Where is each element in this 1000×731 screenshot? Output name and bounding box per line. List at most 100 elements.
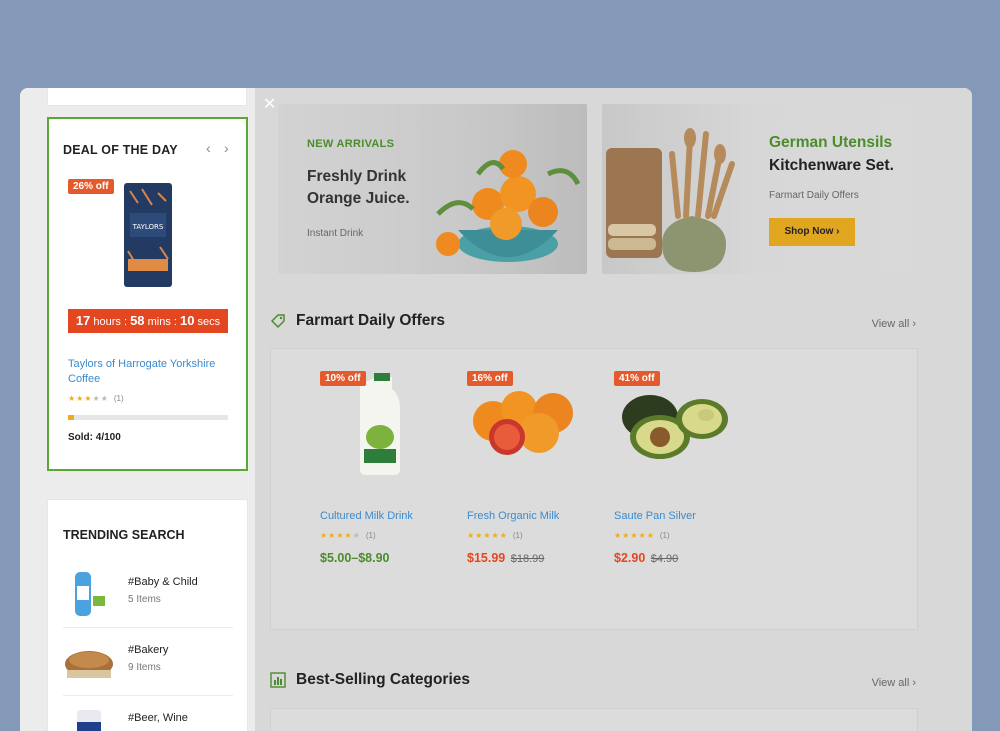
- product-rating: ★ ★ ★ ★ ★ (1): [467, 531, 523, 540]
- old-price: $4.90: [650, 553, 679, 565]
- trending-item[interactable]: #Beer, Wine: [63, 696, 233, 731]
- sold-progress-fill: [68, 415, 75, 420]
- discount-badge: 41% off: [614, 371, 660, 386]
- banner-title-line-2: Orange Juice.: [307, 190, 410, 207]
- countdown-timer: 17 hours : 58 mins : 10 secs: [68, 309, 228, 333]
- best-selling-title: Best-Selling Categories: [296, 671, 470, 688]
- tag-icon: [270, 314, 285, 329]
- product-name[interactable]: Fresh Organic Milk: [467, 510, 559, 522]
- star-icon: ★: [614, 531, 622, 540]
- product-name[interactable]: Saute Pan Silver: [614, 510, 696, 522]
- utensils-image: [606, 128, 735, 272]
- shop-now-button[interactable]: Shop Now ›: [769, 218, 855, 246]
- timer-mins: 58: [130, 313, 145, 328]
- rating-count: (1): [365, 531, 376, 540]
- discount-badge: 26% off: [68, 179, 114, 194]
- trending-item-count: 9 Items: [128, 662, 161, 673]
- timer-mins-label: mins: [147, 316, 171, 328]
- banner-kitchenware[interactable]: German Utensils Kitchenware Set. Farmart…: [602, 104, 911, 274]
- star-icon: ★: [100, 394, 108, 403]
- timer-secs-label: secs: [197, 316, 221, 328]
- timer-secs: 10: [180, 313, 195, 328]
- current-price: $5.00–$8.90: [320, 551, 390, 565]
- star-icon: ★: [76, 394, 84, 403]
- star-icon: ★: [344, 531, 352, 540]
- star-icon: ★: [68, 394, 76, 403]
- chevron-right-icon[interactable]: ›: [224, 141, 234, 155]
- offers-product-grid: 10% off Cultured Milk Drink ★ ★ ★ ★ ★ (1) $5.…: [270, 348, 918, 630]
- coffee-bag-image[interactable]: TAYLORS: [122, 181, 174, 289]
- banner-orange-juice[interactable]: NEW ARRIVALS Freshly Drink Orange Juice.…: [278, 104, 587, 274]
- rating-count: (1): [659, 531, 670, 540]
- banner-title-line-1: German Utensils: [769, 134, 893, 151]
- product-rating: ★ ★ ★ ★ ★ (1): [320, 531, 376, 540]
- trending-item[interactable]: #Bakery 9 Items: [63, 628, 233, 696]
- sidebar-top-card: [47, 88, 247, 106]
- star-icon: ★: [328, 531, 336, 540]
- banner-subtitle: Instant Drink: [307, 228, 364, 239]
- rating-count: (1): [512, 531, 523, 540]
- close-icon[interactable]: ✕: [263, 94, 276, 114]
- trending-item[interactable]: #Baby & Child 5 Items: [63, 560, 233, 628]
- discount-badge: 10% off: [320, 371, 366, 386]
- rating-count: (1): [113, 394, 124, 403]
- deal-of-the-day-card: DEAL OF THE DAY ‹ › 26% off TAYLORS 17 h…: [47, 117, 248, 471]
- current-price: $2.90: [614, 551, 646, 565]
- product-price: $2.90 $4.90: [614, 551, 678, 565]
- banner-subtitle: Farmart Daily Offers: [769, 190, 859, 201]
- sidebar: DEAL OF THE DAY ‹ › 26% off TAYLORS 17 h…: [20, 88, 255, 731]
- trending-title: TRENDING SEARCH: [63, 528, 185, 542]
- sold-progress-bar: [68, 415, 228, 420]
- offers-view-all-link[interactable]: View all ›: [872, 318, 916, 330]
- discount-badge: 16% off: [467, 371, 513, 386]
- star-icon: ★: [352, 531, 360, 540]
- product-price: $15.99 $18.99: [467, 551, 544, 565]
- timer-hours-label: hours: [93, 316, 121, 328]
- bread-loaf-image: [65, 651, 113, 678]
- star-icon: ★: [630, 531, 638, 540]
- star-icon: ★: [483, 531, 491, 540]
- star-icon: ★: [475, 531, 483, 540]
- old-price: $18.99: [510, 553, 545, 565]
- svg-text:TAYLORS: TAYLORS: [132, 223, 164, 231]
- star-icon: ★: [320, 531, 328, 540]
- product-card[interactable]: 41% off Saute Pan Silver ★ ★ ★ ★ ★ (1) $2.90 …: [614, 369, 754, 609]
- star-icon: ★: [84, 394, 92, 403]
- trending-item-name: #Baby & Child: [128, 576, 198, 588]
- deal-title: DEAL OF THE DAY: [63, 143, 178, 157]
- star-icon: ★: [638, 531, 646, 540]
- timer-separator-2: :: [173, 316, 177, 328]
- chevron-left-icon[interactable]: ‹: [206, 141, 216, 155]
- timer-separator-1: :: [123, 316, 127, 328]
- star-icon: ★: [336, 531, 344, 540]
- deal-product-name[interactable]: Taylors of Harrogate Yorkshire Coffee: [68, 357, 228, 387]
- banner-title: Freshly Drink Orange Juice.: [307, 166, 410, 210]
- product-name[interactable]: Cultured Milk Drink: [320, 510, 413, 522]
- baby-bottle-image: [75, 572, 105, 616]
- product-card[interactable]: 16% off Fresh Organic Milk ★ ★ ★ ★ ★ (1) $15.…: [467, 369, 607, 609]
- trending-item-count: 5 Items: [128, 594, 161, 605]
- product-card[interactable]: 10% off Cultured Milk Drink ★ ★ ★ ★ ★ (1) $5.…: [320, 369, 460, 609]
- timer-hours: 17: [75, 313, 91, 328]
- trending-item-name: #Beer, Wine: [128, 712, 188, 724]
- offers-title: Farmart Daily Offers: [296, 312, 446, 329]
- deal-nav: ‹ ›: [206, 141, 234, 155]
- star-icon: ★: [499, 531, 507, 540]
- banner-eyebrow: NEW ARRIVALS: [307, 138, 395, 150]
- best-selling-view-all-link[interactable]: View all ›: [872, 677, 916, 689]
- banner-title-line-2: Kitchenware Set.: [769, 157, 894, 174]
- offers-header: Farmart Daily Offers: [270, 312, 445, 330]
- orange-bowl-image: [436, 150, 581, 262]
- best-selling-header: Best-Selling Categories: [270, 671, 470, 689]
- star-icon: ★: [467, 531, 475, 540]
- star-icon: ★: [622, 531, 630, 540]
- star-icon: ★: [92, 394, 100, 403]
- product-rating: ★ ★ ★ ★ ★ (1): [614, 531, 670, 540]
- beer-can-image: [77, 710, 101, 731]
- sold-count: Sold: 4/100: [68, 432, 121, 443]
- bar-chart-icon: [270, 672, 286, 688]
- star-icon: ★: [491, 531, 499, 540]
- current-price: $15.99: [467, 551, 506, 565]
- star-icon: ★: [646, 531, 654, 540]
- trending-search-card: TRENDING SEARCH #Baby & Child 5 Items #B…: [47, 499, 248, 731]
